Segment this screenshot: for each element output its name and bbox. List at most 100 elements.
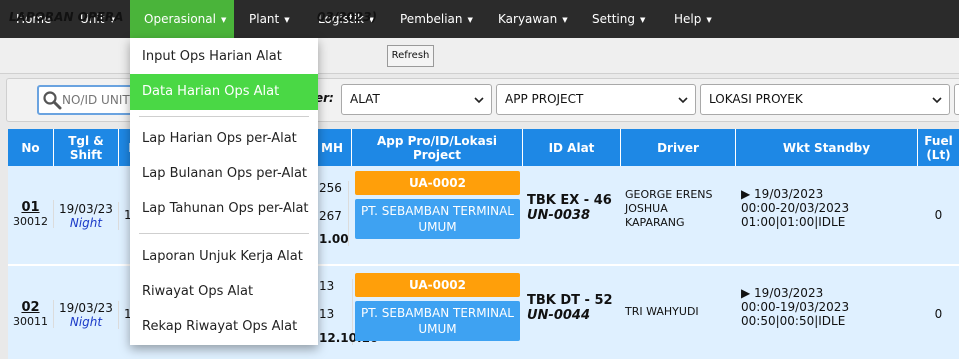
- select-project[interactable]: APP PROJECT: [496, 84, 696, 115]
- project-location-badge[interactable]: PT. SEBAMBAN TERMINAL UMUM: [355, 199, 520, 239]
- alat-unit: UN-0044: [527, 308, 591, 323]
- standby-range: 00:00-20/03/2023: [741, 201, 850, 215]
- caret-down-icon: ▼: [639, 16, 646, 24]
- project-code-badge[interactable]: UA-0002: [355, 273, 520, 297]
- project-location-line2: UMUM: [418, 322, 457, 336]
- row-id: 30011: [13, 315, 48, 328]
- cell-no[interactable]: 02 30011: [8, 300, 54, 328]
- menu-item-riwayat-ops[interactable]: Riwayat Ops Alat: [130, 274, 318, 310]
- nav-setting[interactable]: Setting ▼: [592, 0, 645, 38]
- alat-name: TBK EX - 46: [527, 193, 612, 208]
- menu-item-laporan-unjuk-kerja[interactable]: Laporan Unjuk Kerja Alat: [130, 239, 318, 275]
- nav-karyawan[interactable]: Karyawan ▼: [498, 0, 568, 38]
- cell-fuel: 0: [934, 208, 943, 222]
- header-shift-label: Shift: [69, 147, 103, 162]
- driver-name-line: GEORGE ERENS: [625, 188, 713, 201]
- refresh-button[interactable]: Refresh: [387, 45, 434, 67]
- nav-pembelian[interactable]: Pembelian ▼: [400, 0, 473, 38]
- menu-divider: [139, 116, 309, 117]
- cell-date-shift: 19/03/23 Night: [54, 202, 119, 230]
- project-location-line1: PT. SEBAMBAN TERMINAL: [360, 306, 514, 320]
- row-id: 30012: [13, 215, 48, 228]
- cell-id-alat: TBK EX - 46 UN-0038: [527, 193, 621, 223]
- row-shift: Night: [69, 315, 103, 329]
- cell-driver: GEORGE ERENS JOSHUA KAPARANG: [625, 188, 735, 230]
- header-fuel[interactable]: Fuel (Lt): [918, 129, 959, 166]
- search-icon: [43, 91, 62, 110]
- alat-unit: UN-0038: [527, 208, 591, 223]
- nav-plant-label: Plant: [249, 12, 280, 26]
- caret-down-icon: ▼: [562, 16, 568, 24]
- caret-down-icon: ▼: [284, 16, 290, 24]
- nav-setting-label: Setting: [592, 12, 635, 26]
- cell-hm: 256 267 1.00: [319, 181, 349, 246]
- project-location-line1: PT. SEBAMBAN TERMINAL: [360, 204, 514, 218]
- hm-end: 13: [319, 307, 335, 321]
- hm-end: 267: [319, 209, 342, 223]
- chevron-down-icon: [474, 97, 484, 104]
- project-code-badge[interactable]: UA-0002: [355, 171, 520, 195]
- header-standby-label: Wkt Standby: [782, 140, 871, 155]
- driver-name-line: KAPARANG: [625, 216, 685, 229]
- header-project[interactable]: App Pro/ID/Lokasi Project: [352, 129, 523, 166]
- menu-item-lap-harian[interactable]: Lap Harian Ops per-Alat: [130, 121, 318, 157]
- row-shift: Night: [69, 216, 103, 230]
- header-no[interactable]: No: [8, 129, 54, 166]
- alat-name: TBK DT - 52: [527, 293, 613, 308]
- search-input[interactable]: [62, 87, 131, 113]
- header-project-label: App Pro/ID/Lokasi: [376, 133, 498, 148]
- menu-item-input-ops-harian[interactable]: Input Ops Harian Alat: [130, 39, 318, 75]
- operasional-dropdown-menu: Input Ops Harian Alat Data Harian Ops Al…: [130, 38, 318, 345]
- header-id-alat-label: ID Alat: [548, 140, 595, 155]
- cell-hm: 13 13 12.10.10: [319, 279, 378, 345]
- header-driver[interactable]: Driver: [621, 129, 736, 166]
- cell-standby: ▶ 19/03/2023 00:00-20/03/2023 01:00|01:0…: [741, 187, 916, 229]
- nav-help[interactable]: Help ▼: [674, 0, 712, 38]
- caret-down-icon: ▼: [706, 16, 712, 24]
- nav-operasional[interactable]: Operasional ▼: [130, 0, 234, 38]
- select-alat[interactable]: ALAT: [341, 84, 492, 115]
- header-fuel-unit: (Lt): [926, 147, 951, 162]
- select-project-value: APP PROJECT: [505, 92, 584, 106]
- header-tgl-shift[interactable]: Tgl & Shift: [54, 129, 119, 166]
- select-extra[interactable]: [954, 84, 959, 115]
- project-location-line2: UMUM: [418, 220, 457, 234]
- chevron-down-icon: [932, 97, 942, 104]
- row-date: 19/03/23: [59, 202, 113, 216]
- menu-item-data-harian-ops[interactable]: Data Harian Ops Alat: [130, 74, 318, 110]
- standby-start: ▶ 19/03/2023: [741, 187, 824, 201]
- nav-karyawan-label: Karyawan: [498, 12, 558, 26]
- header-driver-label: Driver: [657, 140, 699, 155]
- hm-total: 1.00: [319, 232, 349, 246]
- row-number-link[interactable]: 01: [8, 200, 53, 215]
- select-lokasi-value: LOKASI PROYEK: [709, 92, 803, 106]
- menu-item-lap-bulanan[interactable]: Lap Bulanan Ops per-Alat: [130, 156, 318, 192]
- report-title-date: 03/2023): [317, 10, 377, 24]
- header-standby[interactable]: Wkt Standby: [736, 129, 918, 166]
- row-number-link[interactable]: 02: [8, 300, 53, 315]
- nav-operasional-label: Operasional: [144, 12, 216, 26]
- caret-down-icon: ▼: [220, 16, 227, 24]
- cell-standby: ▶ 19/03/2023 00:00-19/03/2023 00:50|00:5…: [741, 286, 916, 328]
- driver-name-line: TRI WAHYUDI: [625, 305, 699, 318]
- header-fuel-label: Fuel: [924, 133, 953, 148]
- nav-plant[interactable]: Plant ▼: [249, 0, 290, 38]
- standby-range: 00:00-19/03/2023: [741, 300, 850, 314]
- cell-id-alat: TBK DT - 52 UN-0044: [527, 293, 621, 323]
- chevron-down-icon: [678, 97, 688, 104]
- hm-start: 13: [319, 279, 335, 293]
- standby-duration: 01:00|01:00|IDLE: [741, 215, 846, 229]
- select-lokasi[interactable]: LOKASI PROYEK: [700, 84, 950, 115]
- menu-item-rekap-riwayat-ops[interactable]: Rekap Riwayat Ops Alat: [130, 309, 318, 345]
- cell-fuel: 0: [934, 307, 943, 321]
- header-no-label: No: [21, 140, 40, 155]
- menu-item-lap-tahunan[interactable]: Lap Tahunan Ops per-Alat: [130, 191, 318, 227]
- cell-no[interactable]: 01 30012: [8, 200, 54, 228]
- caret-down-icon: ▼: [467, 16, 473, 24]
- report-title: LAPORAN OPERA: [9, 10, 124, 24]
- header-id-alat[interactable]: ID Alat: [523, 129, 621, 166]
- select-alat-value: ALAT: [350, 92, 380, 106]
- project-location-badge[interactable]: PT. SEBAMBAN TERMINAL UMUM: [355, 301, 520, 341]
- menu-divider: [139, 233, 309, 234]
- top-navbar: Home Unit ▼ Operasional ▼ Plant ▼ Logistik ▼…: [0, 0, 959, 38]
